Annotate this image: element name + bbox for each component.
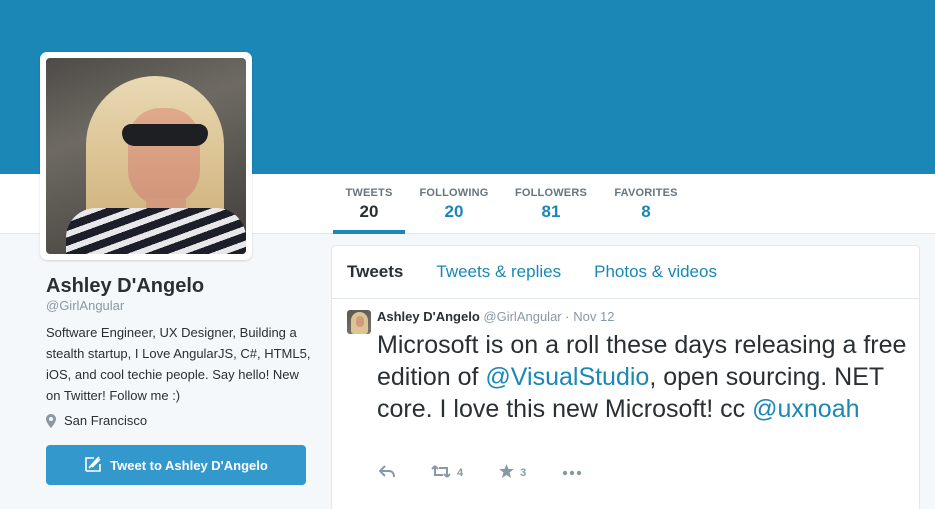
location-text: San Francisco	[64, 413, 148, 428]
tweet-avatar[interactable]	[347, 310, 371, 334]
tweet-date[interactable]: Nov 12	[573, 309, 614, 324]
star-icon	[499, 464, 514, 481]
stat-label: FOLLOWING	[419, 187, 489, 199]
compose-tweet-icon	[84, 455, 102, 476]
stat-label: FOLLOWERS	[514, 187, 588, 199]
reply-button[interactable]	[378, 464, 395, 481]
stat-followers[interactable]: FOLLOWERS 81	[512, 174, 590, 234]
tweet-separator: ·	[565, 309, 570, 324]
retweet-count: 4	[457, 466, 464, 479]
tweet-header: Ashley D'Angelo @GirlAngular · Nov 12	[377, 309, 614, 324]
tab-tweets-replies[interactable]: Tweets & replies	[436, 262, 561, 282]
stat-following[interactable]: FOLLOWING 20	[414, 174, 494, 234]
retweet-button[interactable]: 4	[431, 464, 464, 481]
stat-label: TWEETS	[345, 187, 393, 199]
more-icon	[562, 467, 582, 479]
profile-bio: Software Engineer, UX Designer, Building…	[46, 325, 311, 403]
tweet-author[interactable]: Ashley D'Angelo	[377, 309, 480, 324]
stat-tweets[interactable]: TWEETS 20	[333, 174, 405, 234]
profile-name[interactable]: Ashley D'Angelo	[46, 275, 204, 298]
tweet-handle[interactable]: @GirlAngular	[483, 309, 561, 324]
tweet-text: Microsoft is on a roll these days releas…	[377, 329, 912, 425]
tab-tweets[interactable]: Tweets	[347, 262, 403, 282]
avatar-image	[46, 58, 246, 254]
profile-location: San Francisco	[46, 413, 147, 428]
timeline-tabs: Tweets Tweets & replies Photos & videos	[332, 246, 919, 299]
stat-value: 20	[359, 202, 379, 221]
profile-avatar[interactable]	[40, 52, 252, 260]
stat-label: FAVORITES	[614, 187, 678, 199]
reply-icon	[378, 464, 395, 481]
stat-favorites[interactable]: FAVORITES 8	[610, 174, 682, 234]
favorite-count: 3	[520, 466, 527, 479]
tweet-item[interactable]: Ashley D'Angelo @GirlAngular · Nov 12 Mi…	[332, 299, 919, 499]
tweet-actions: 4 3	[378, 464, 618, 481]
tweet-to-button[interactable]: Tweet to Ashley D'Angelo	[46, 445, 306, 485]
retweet-icon	[431, 464, 451, 481]
mention-link[interactable]: @VisualStudio	[485, 363, 649, 391]
location-pin-icon	[46, 413, 56, 428]
tweet-to-label: Tweet to Ashley D'Angelo	[110, 457, 268, 473]
stat-value: 81	[541, 202, 561, 221]
mention-link[interactable]: @uxnoah	[752, 395, 859, 423]
profile-handle[interactable]: @GirlAngular	[46, 298, 124, 313]
stat-value: 8	[641, 202, 651, 221]
tab-photos-videos[interactable]: Photos & videos	[594, 262, 717, 282]
favorite-button[interactable]: 3	[499, 464, 526, 481]
timeline: Tweets Tweets & replies Photos & videos …	[331, 245, 920, 509]
stat-value: 20	[444, 202, 464, 221]
more-button[interactable]	[562, 467, 582, 479]
